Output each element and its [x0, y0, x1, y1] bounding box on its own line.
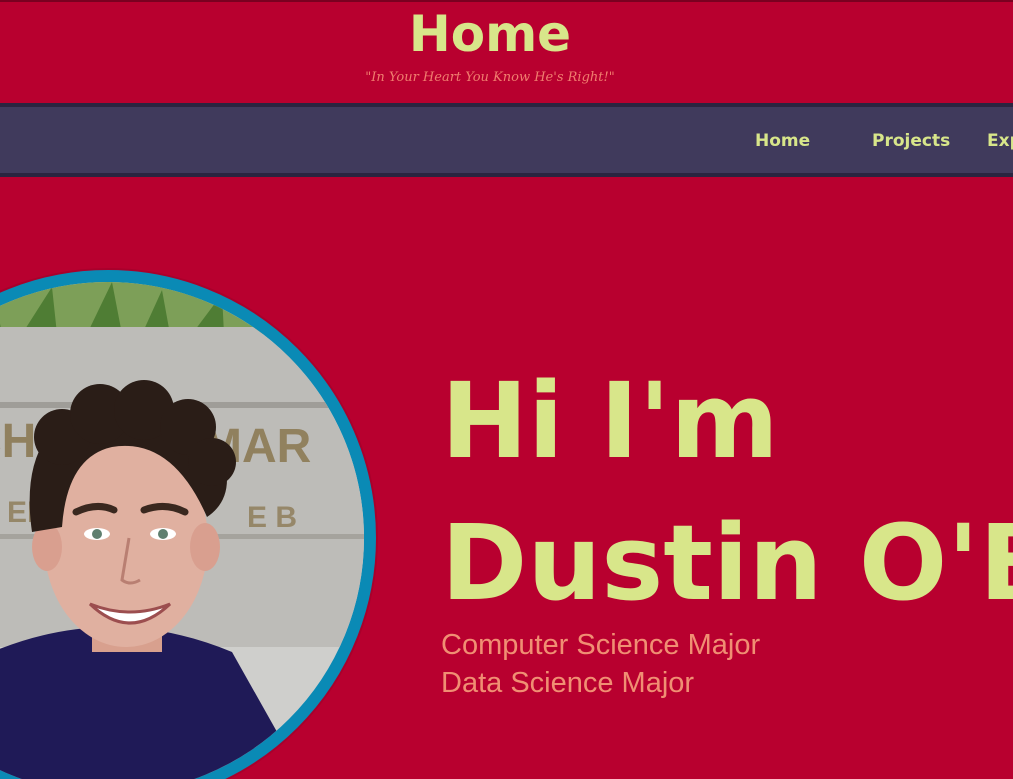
site-header: Home "In Your Heart You Know He's Right!… — [0, 0, 1013, 103]
role-data-science: Data Science Major — [441, 667, 695, 699]
hero-roles: Computer Science Major Data Science Majo… — [441, 626, 760, 702]
site-tagline: "In Your Heart You Know He's Right!" — [365, 70, 615, 85]
nav-link-experience[interactable]: Experience — [987, 131, 1013, 151]
nav-link-home[interactable]: Home — [755, 131, 810, 151]
site-title: Home — [408, 5, 572, 63]
role-computer-science: Computer Science Major — [441, 629, 761, 661]
hero-heading: Hi I'm Dustin O'Brien — [441, 350, 1013, 634]
svg-text:E B: E B — [247, 501, 297, 534]
portfolio-page: Home "In Your Heart You Know He's Right!… — [0, 0, 1013, 779]
main-navigation: Home Projects Experience — [0, 103, 1013, 177]
hero-name: Dustin O'Brien — [441, 502, 1013, 624]
top-border — [0, 0, 1013, 2]
nav-link-projects[interactable]: Projects — [872, 131, 950, 151]
profile-photo: CHEN MAR ED E B — [0, 270, 376, 779]
profile-photo-image: CHEN MAR ED E B — [0, 282, 364, 779]
hero-greeting: Hi I'm — [441, 360, 779, 482]
